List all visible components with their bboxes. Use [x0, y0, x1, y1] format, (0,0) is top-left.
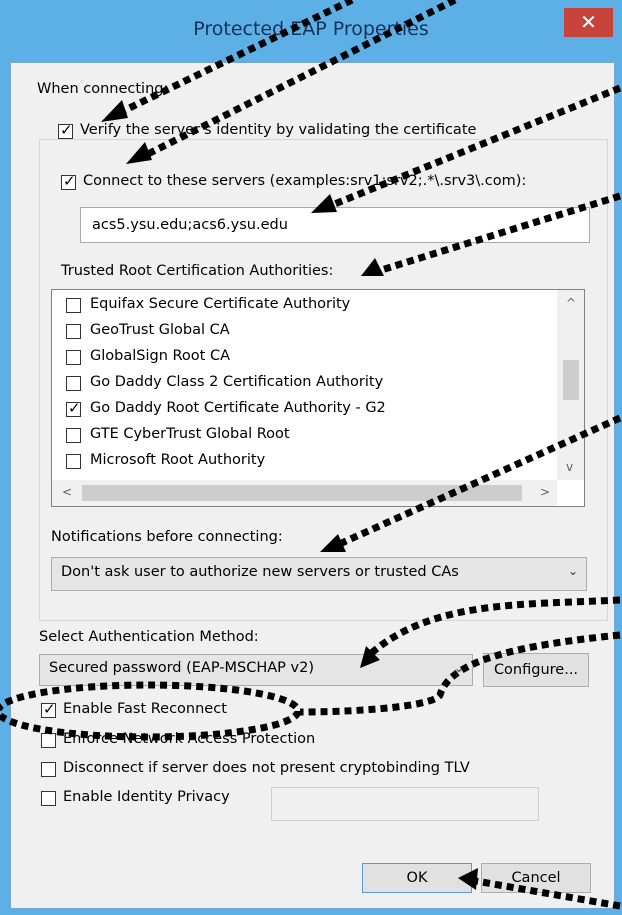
arrow-to-trusted	[373, 192, 622, 276]
arrowhead	[311, 194, 337, 213]
arrow-to-fast-reconnect	[299, 631, 621, 716]
arrow-to-notifications	[333, 414, 622, 550]
annotation-overlay	[0, 0, 622, 910]
fast-reconnect-callout	[0, 681, 302, 741]
arrowhead	[101, 100, 128, 122]
arrowhead	[126, 142, 152, 164]
arrowhead	[458, 868, 478, 890]
arrow-to-auth-method	[365, 596, 621, 659]
annotation-arrows	[0, 0, 622, 910]
arrow-to-servers	[323, 84, 622, 212]
arrow-to-ok	[469, 876, 621, 910]
arrow-to-when-connecting	[113, 0, 354, 119]
annotation-arrowheads	[101, 100, 478, 890]
arrowhead	[361, 258, 384, 276]
